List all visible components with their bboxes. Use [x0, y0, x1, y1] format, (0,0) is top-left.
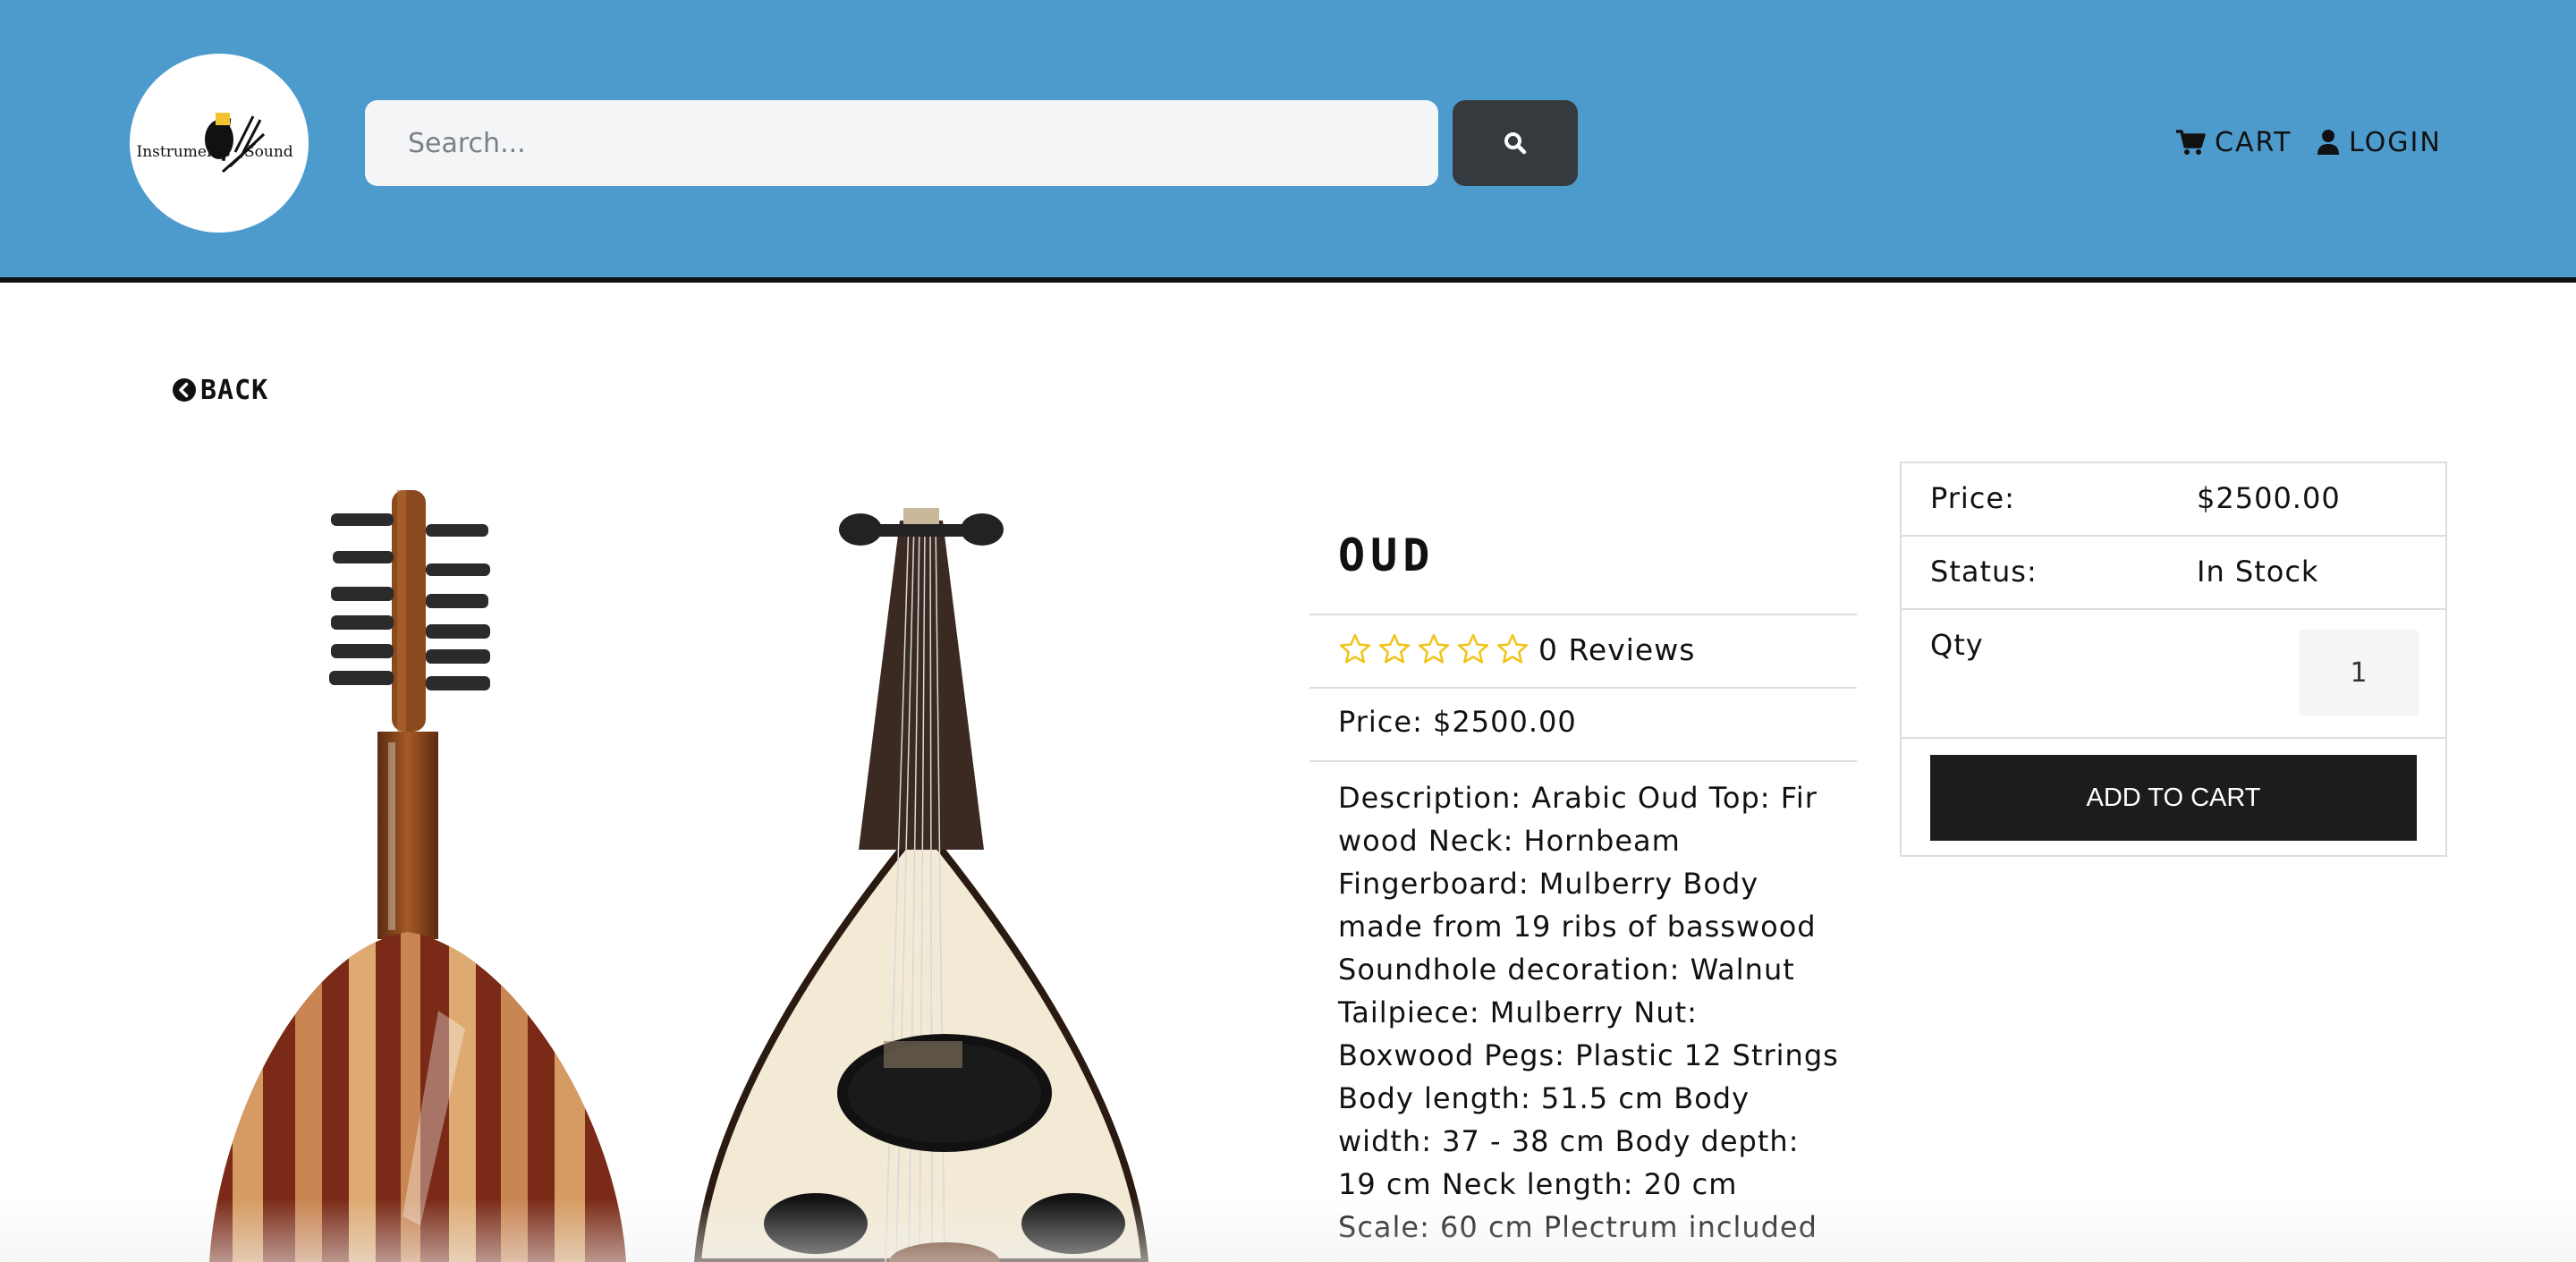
product-title: OUD	[1338, 529, 1436, 581]
purchase-box: Price: $2500.00 Status: In Stock Qty 1 A…	[1900, 462, 2447, 857]
nav-cart-link[interactable]: CART	[2175, 122, 2292, 163]
star-empty-icon	[1339, 633, 1371, 664]
cart-icon	[2176, 130, 2206, 155]
status-label: Status:	[1930, 555, 2038, 589]
logo-text-sound: Sound	[244, 143, 293, 161]
star-empty-icon	[1457, 633, 1489, 664]
back-label: BACK	[200, 374, 269, 406]
star-empty-icon	[1496, 633, 1529, 664]
site-header: Instruments Sound CART LOGIN	[0, 0, 2576, 283]
search-icon	[1504, 132, 1527, 155]
oud-back-view	[209, 490, 626, 1262]
divider	[1309, 687, 1857, 689]
oud-front-view	[693, 508, 1149, 1262]
status-value: In Stock	[2197, 555, 2319, 589]
product-price: Price: $2500.00	[1338, 705, 1577, 739]
nav-login-label: LOGIN	[2349, 126, 2442, 158]
product-rating: 0 Reviews	[1338, 630, 1695, 669]
divider	[1309, 614, 1857, 615]
logo-text-instruments: Instruments	[136, 143, 231, 161]
qty-label: Qty	[1930, 628, 1984, 662]
price-value: $2500.00	[2197, 481, 2341, 515]
chevron-left-circle-icon	[173, 378, 196, 402]
star-empty-icon	[1378, 633, 1411, 664]
status-row: Status: In Stock	[1902, 537, 2445, 610]
qty-select[interactable]: 1	[2299, 630, 2419, 716]
divider	[1309, 760, 1857, 762]
price-row: Price: $2500.00	[1902, 463, 2445, 537]
search-input[interactable]	[365, 100, 1438, 186]
site-logo[interactable]: Instruments Sound	[130, 54, 309, 233]
back-link[interactable]: BACK	[172, 372, 268, 408]
qty-row: Qty 1	[1902, 610, 2445, 739]
reviews-count: 0 Reviews	[1538, 631, 1696, 667]
add-to-cart-button[interactable]: ADD TO CART	[1930, 755, 2417, 841]
search-button[interactable]	[1453, 100, 1578, 186]
nav-cart-label: CART	[2215, 126, 2292, 158]
nav-login-link[interactable]: LOGIN	[2317, 122, 2442, 163]
price-label: Price:	[1930, 481, 2015, 515]
user-icon	[2318, 130, 2339, 155]
star-empty-icon	[1418, 633, 1450, 664]
product-image	[209, 490, 1149, 1262]
product-description: Description: Arabic Oud Top: Fir wood Ne…	[1338, 781, 1839, 1244]
